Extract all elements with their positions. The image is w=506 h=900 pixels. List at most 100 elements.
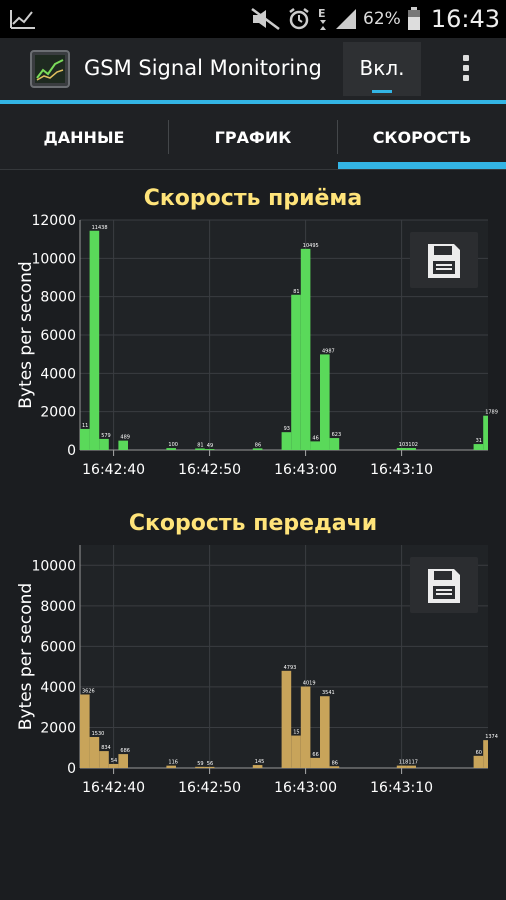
bar-value-label: 81 <box>197 442 203 448</box>
bar <box>118 754 128 768</box>
receive-speed-title: Скорость приёма <box>143 186 363 211</box>
y-tick-label: 2000 <box>40 405 76 421</box>
bar <box>396 448 407 450</box>
bar-value-label: 1789 <box>485 410 498 416</box>
tab-bar: ДАННЫЕ ГРАФИК СКОРОСТЬ <box>0 104 506 170</box>
app-logo-icon[interactable] <box>30 50 70 88</box>
mute-icon <box>251 8 280 30</box>
toggle-on-indicator <box>372 90 392 93</box>
bar <box>300 248 311 450</box>
bar <box>320 696 330 768</box>
bar <box>310 757 320 768</box>
bar-value-label: 10495 <box>303 243 319 249</box>
bar-value-label: 102 <box>408 442 418 448</box>
alarm-icon <box>289 8 309 30</box>
svg-text:E: E <box>318 7 326 20</box>
y-axis-label: Bytes per second <box>16 583 36 730</box>
bar-value-label: 145 <box>255 759 265 765</box>
bar-value-label: 54 <box>111 758 117 764</box>
signal-strength-icon <box>336 9 357 29</box>
bar <box>300 686 311 768</box>
y-tick-label: 8000 <box>40 599 76 615</box>
y-tick-label: 12000 <box>31 213 76 229</box>
save-icon <box>428 244 460 278</box>
bar-value-label: 56 <box>207 761 213 767</box>
bar <box>483 415 488 450</box>
y-tick-label: 0 <box>67 761 76 777</box>
toggle-label: Вкл. <box>359 56 405 80</box>
bar-value-label: 686 <box>120 748 130 754</box>
bar <box>166 765 176 768</box>
save-receive-chart-button[interactable] <box>410 232 478 288</box>
bar <box>118 440 128 450</box>
signal-graph-notification-icon <box>10 8 36 34</box>
tab-data[interactable]: ДАННЫЕ <box>0 104 168 170</box>
x-tick-label: 16:42:50 <box>178 462 241 478</box>
bar-value-label: 31 <box>476 438 482 444</box>
bar <box>310 441 320 450</box>
bar <box>204 449 215 450</box>
bar <box>406 765 416 768</box>
bar-value-label: 103 <box>399 442 409 448</box>
bar <box>320 354 330 450</box>
bar-value-label: 1374 <box>485 734 498 740</box>
y-tick-label: 6000 <box>40 639 76 655</box>
x-tick-label: 16:43:00 <box>274 462 337 478</box>
x-tick-label: 16:43:00 <box>274 780 337 796</box>
bar-value-label: 81 <box>293 289 299 295</box>
bar-value-label: 46 <box>312 435 318 441</box>
bar <box>204 766 215 768</box>
y-tick-label: 10000 <box>31 251 76 267</box>
x-tick-label: 16:42:40 <box>82 780 145 796</box>
bar-value-label: 4019 <box>303 681 316 687</box>
bar <box>252 448 263 450</box>
bar-value-label: 489 <box>120 435 130 441</box>
bar-value-label: 86 <box>255 442 261 448</box>
bar <box>473 444 484 450</box>
x-tick-label: 16:42:50 <box>178 780 241 796</box>
overflow-menu-icon[interactable] <box>456 52 476 86</box>
bar <box>108 763 119 768</box>
bar-value-label: 4793 <box>284 665 297 671</box>
app-title: GSM Signal Monitoring <box>84 56 322 80</box>
tab-graph[interactable]: ГРАФИК <box>169 104 337 170</box>
bar-value-label: 86 <box>332 760 338 766</box>
clock: 16:43 <box>430 5 500 33</box>
save-icon <box>428 569 460 603</box>
x-tick-label: 16:42:40 <box>82 462 145 478</box>
bar <box>99 751 109 768</box>
bar-value-label: 623 <box>332 432 342 438</box>
bar-value-label: 49 <box>207 443 213 449</box>
bar-value-label: 60 <box>476 750 482 756</box>
bar <box>483 740 488 768</box>
bar <box>80 694 90 768</box>
battery-percentage: 62% <box>363 9 401 29</box>
bar-value-label: 1530 <box>92 731 105 737</box>
y-axis-label: Bytes per second <box>16 261 36 408</box>
save-transmit-chart-button[interactable] <box>410 557 478 613</box>
monitoring-toggle-button[interactable]: Вкл. <box>343 42 421 96</box>
bar <box>329 438 340 450</box>
x-tick-label: 16:43:10 <box>370 462 433 478</box>
transmit-speed-title: Скорость передачи <box>128 511 378 536</box>
bar-value-label: 3541 <box>322 690 335 696</box>
bar <box>281 432 292 450</box>
bar <box>89 736 100 768</box>
bar-value-label: 834 <box>101 745 111 751</box>
y-tick-label: 8000 <box>40 290 76 306</box>
bar <box>281 670 292 768</box>
action-bar: GSM Signal Monitoring Вкл. <box>0 38 506 100</box>
bar-value-label: 59 <box>197 761 203 767</box>
bar-value-label: 118 <box>399 760 409 766</box>
y-tick-label: 2000 <box>40 720 76 736</box>
tab-selected-indicator <box>338 162 506 169</box>
bar <box>473 755 484 768</box>
battery-icon <box>407 7 420 30</box>
bar <box>252 765 263 768</box>
bar <box>80 428 90 450</box>
bar <box>291 294 301 450</box>
bar <box>396 765 407 768</box>
bar <box>195 766 205 768</box>
tab-speed[interactable]: СКОРОСТЬ <box>338 104 506 170</box>
bar-value-label: 116 <box>168 760 178 766</box>
